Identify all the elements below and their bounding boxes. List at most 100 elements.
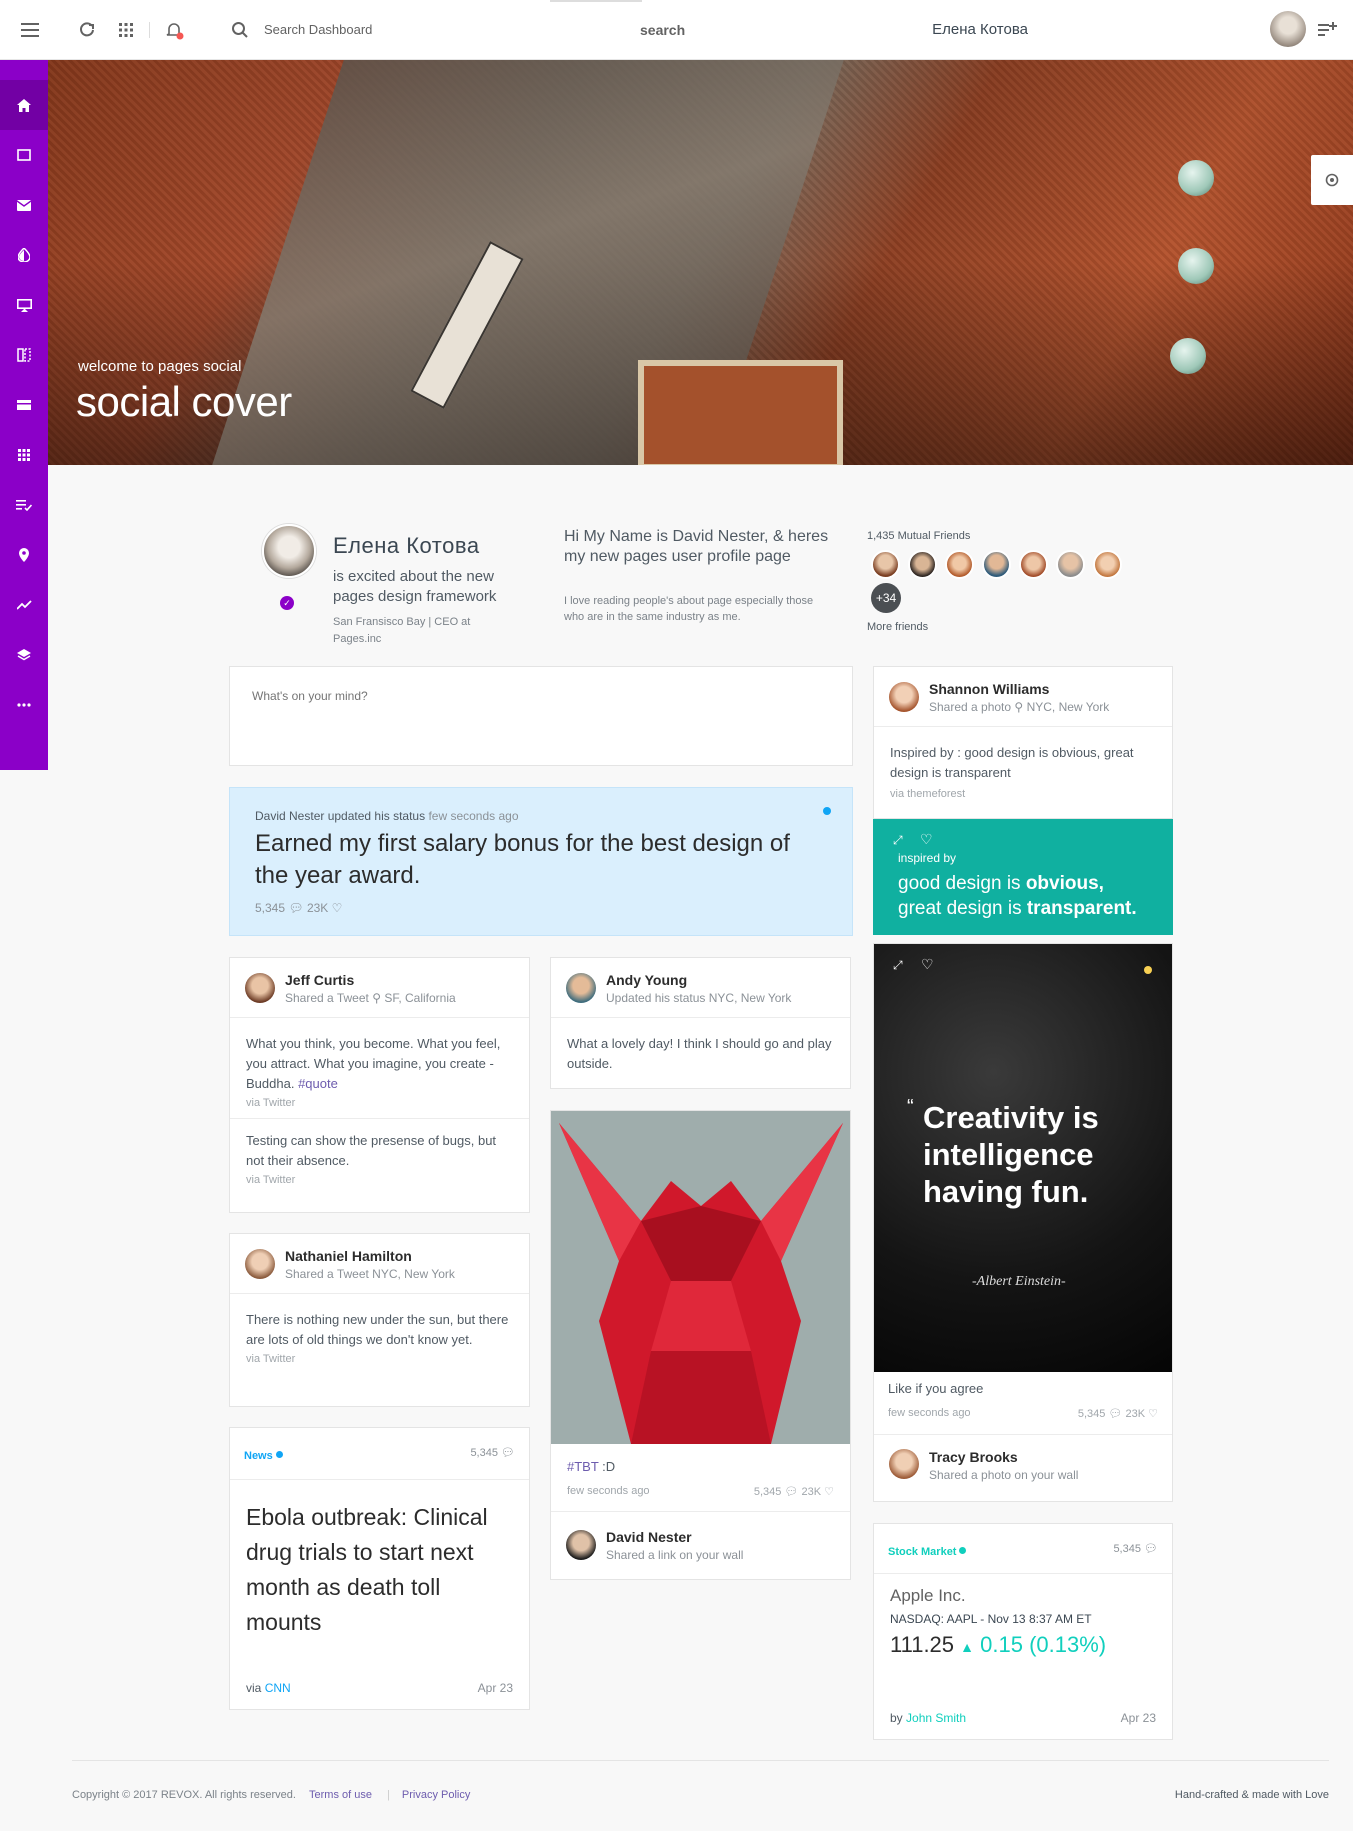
author-name[interactable]: Tracy Brooks (929, 1449, 1018, 1465)
stock-dot (959, 1547, 967, 1554)
refresh-icon[interactable] (75, 18, 99, 42)
quote-image[interactable]: ⤢ ♡ “ Creativity is intelligence having … (874, 944, 1172, 1372)
quote-bold: obvious, (1025, 873, 1104, 894)
author-sub: Updated his status NYC, New York (606, 991, 792, 1005)
friends-more-badge[interactable]: +34 (871, 583, 901, 613)
card-header: Nathaniel Hamilton Shared a Tweet NYC, N… (230, 1234, 529, 1294)
location-pin-icon: ⚲ (372, 991, 381, 1005)
avatar[interactable] (889, 1449, 919, 1479)
header-user-name[interactable]: Елена Котова (932, 21, 1028, 38)
search-icon[interactable] (228, 18, 252, 42)
via-text: via (246, 1681, 262, 1695)
expand-icon[interactable]: ⤢ (893, 833, 903, 848)
friend-avatar[interactable] (1056, 550, 1085, 579)
heart-icon[interactable]: ♡ (824, 1486, 834, 1498)
heart-icon[interactable]: ♡ (921, 956, 934, 973)
menu-icon[interactable] (18, 18, 42, 42)
heart-icon[interactable]: ♡ (1148, 1408, 1158, 1420)
avatar[interactable] (245, 1249, 275, 1279)
home-icon[interactable] (0, 80, 48, 130)
comment-icon[interactable]: 💬︎ (784, 1486, 798, 1498)
sidebar (0, 60, 48, 770)
more-friends-link[interactable]: More friends (867, 621, 928, 633)
news-card: News 5,345 💬︎ Ebola outbreak: Clinical d… (229, 1427, 530, 1710)
friend-avatar[interactable] (982, 550, 1011, 579)
avatar[interactable] (566, 973, 596, 1003)
heart-icon[interactable]: ♡ (332, 901, 343, 915)
header-avatar[interactable] (1270, 11, 1306, 47)
friend-avatar[interactable] (945, 550, 974, 579)
comment-icon[interactable]: 💬︎ (1144, 1543, 1158, 1555)
status-author[interactable]: David Nester updated his status (255, 809, 425, 823)
comment-icon[interactable]: 💬︎ (1108, 1408, 1122, 1420)
bell-icon[interactable] (163, 18, 187, 42)
author-sub: Shared a photo ⚲ NYC, New York (929, 700, 1109, 714)
columns-icon[interactable] (0, 330, 48, 380)
checklist-icon[interactable] (0, 480, 48, 530)
inspired-label: inspired by (898, 851, 957, 865)
location-icon[interactable] (0, 530, 48, 580)
avatar[interactable] (566, 1530, 596, 1560)
author-sub: Shared a Tweet NYC, New York (285, 1267, 455, 1281)
via-source-2: via Twitter (246, 1174, 296, 1186)
quote-author: -Albert Einstein- (972, 1274, 1066, 1289)
news-headline[interactable]: Ebola outbreak: Clinical drug trials to … (246, 1500, 506, 1640)
author-name[interactable]: Andy Young (606, 972, 687, 988)
about-text: I love reading people's about page espec… (564, 595, 814, 623)
post-input[interactable] (229, 666, 853, 766)
location-pin-icon: ⚲ (1014, 700, 1024, 714)
news-date: Apr 23 (477, 1681, 513, 1695)
comment-count: 5,345 (1077, 1408, 1106, 1420)
location: NYC, New York (1026, 700, 1110, 714)
hashtag-link[interactable]: #quote (298, 1076, 338, 1091)
hashtag-link[interactable]: #TBT (567, 1459, 599, 1474)
by-text: by (890, 1711, 903, 1725)
friend-avatar[interactable] (1019, 550, 1048, 579)
mail-icon[interactable] (0, 180, 48, 230)
grid-icon[interactable] (0, 430, 48, 480)
stock-count: 5,345 💬︎ (1113, 1542, 1158, 1555)
post-card-andy: Andy Young Updated his status NYC, New Y… (550, 957, 851, 1089)
status-card: David Nester updated his status few seco… (229, 787, 853, 936)
monitor-icon[interactable] (0, 280, 48, 330)
comment-icon[interactable]: 💬︎ (288, 901, 303, 915)
comment-icon[interactable]: 💬︎ (501, 1447, 515, 1459)
footer-divider (72, 1760, 1329, 1761)
author-name[interactable]: David Nester (606, 1529, 692, 1545)
stock-company[interactable]: Apple Inc. (890, 1586, 966, 1606)
author-name[interactable]: Nathaniel Hamilton (285, 1248, 412, 1264)
photo-stats: 5,345 💬︎ 23K ♡ (754, 1485, 834, 1498)
stock-author-link[interactable]: John Smith (906, 1711, 966, 1725)
search-input[interactable] (640, 18, 760, 42)
news-source-link[interactable]: CNN (265, 1681, 291, 1695)
contrast-icon[interactable] (0, 230, 48, 280)
profile-avatar[interactable] (262, 524, 316, 578)
footer-separator: | (387, 1789, 390, 1801)
friend-avatar[interactable] (1093, 550, 1122, 579)
verified-badge-icon: ✓ (280, 596, 294, 610)
news-header: News 5,345 💬︎ (230, 1428, 529, 1480)
expand-icon[interactable]: ⤢ (893, 958, 903, 973)
apps-grid-icon[interactable] (114, 18, 138, 42)
heart-icon[interactable]: ♡ (920, 831, 933, 848)
layers-icon[interactable] (0, 630, 48, 680)
card-icon[interactable] (0, 380, 48, 430)
trend-icon[interactable] (0, 580, 48, 630)
more-icon[interactable] (0, 680, 48, 730)
friend-avatar[interactable] (908, 550, 937, 579)
avatar[interactable] (245, 973, 275, 1003)
friend-avatar[interactable] (871, 550, 900, 579)
add-list-icon[interactable] (1316, 18, 1340, 42)
author-name[interactable]: Jeff Curtis (285, 972, 354, 988)
avatar[interactable] (889, 682, 919, 712)
privacy-link[interactable]: Privacy Policy (402, 1789, 470, 1801)
calendar-icon[interactable] (0, 130, 48, 180)
card-footer-author: Tracy Brooks Shared a photo on your wall (874, 1434, 1172, 1502)
terms-link[interactable]: Terms of use (309, 1789, 372, 1801)
post-text: There is nothing new under the sun, but … (246, 1312, 509, 1347)
author-name[interactable]: Shannon Williams (929, 681, 1049, 697)
origami-image[interactable] (551, 1111, 850, 1444)
settings-toggle-icon[interactable] (1311, 155, 1353, 205)
via-source: via themeforest (890, 788, 966, 800)
search-label[interactable]: Search Dashboard (264, 22, 372, 37)
